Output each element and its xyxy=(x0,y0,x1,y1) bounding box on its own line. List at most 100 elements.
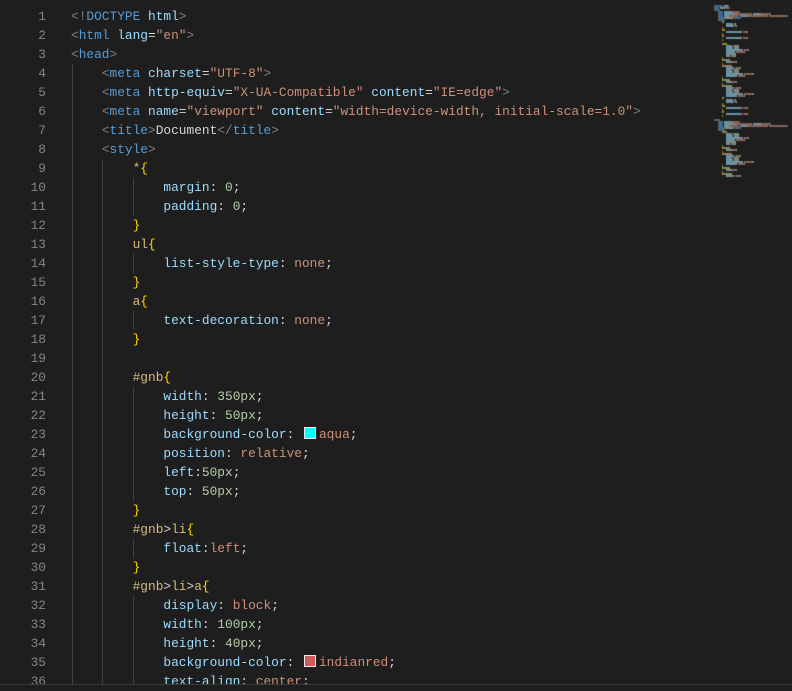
line-number[interactable]: 4 xyxy=(0,64,46,83)
line-number[interactable]: 30 xyxy=(0,558,46,577)
line-number[interactable]: 35 xyxy=(0,653,46,672)
line-number[interactable]: 13 xyxy=(0,235,46,254)
code-line[interactable]: <!DOCTYPE html> xyxy=(71,7,714,26)
code-line[interactable]: } xyxy=(71,557,714,577)
code-line[interactable]: height: 50px; xyxy=(71,405,714,425)
code-line[interactable]: ul{ xyxy=(71,234,714,254)
code-line[interactable]: <style> xyxy=(71,139,714,159)
code-line[interactable] xyxy=(71,348,714,368)
code-line[interactable]: <title>Document</title> xyxy=(71,120,714,140)
line-number[interactable]: 16 xyxy=(0,292,46,311)
indent-guide xyxy=(71,424,73,444)
code-line[interactable]: #gnb>li{ xyxy=(71,519,714,539)
line-number[interactable]: 34 xyxy=(0,634,46,653)
css-value: none xyxy=(294,255,326,271)
attribute-value: "en" xyxy=(155,27,187,43)
code-line[interactable]: float:left; xyxy=(71,538,714,558)
line-number[interactable]: 10 xyxy=(0,178,46,197)
line-number[interactable]: 1 xyxy=(0,7,46,26)
indent-guide xyxy=(102,405,104,425)
line-number[interactable]: 25 xyxy=(0,463,46,482)
line-number[interactable]: 32 xyxy=(0,596,46,615)
code-line[interactable]: *{ xyxy=(71,158,714,178)
plain-text: Document xyxy=(155,122,218,138)
code-line[interactable]: position: relative; xyxy=(71,443,714,463)
line-number[interactable]: 21 xyxy=(0,387,46,406)
tag-punctuation: > xyxy=(109,46,118,62)
line-number[interactable]: 11 xyxy=(0,197,46,216)
code-line[interactable]: <html lang="en"> xyxy=(71,26,714,45)
line-number[interactable]: 28 xyxy=(0,520,46,539)
css-value: center xyxy=(255,673,302,685)
line-number[interactable]: 23 xyxy=(0,425,46,444)
line-number[interactable]: 27 xyxy=(0,501,46,520)
line-number[interactable]: 3 xyxy=(0,45,46,64)
line-number[interactable]: 31 xyxy=(0,577,46,596)
line-number[interactable]: 5 xyxy=(0,83,46,102)
line-number[interactable]: 22 xyxy=(0,406,46,425)
code-line[interactable]: height: 40px; xyxy=(71,633,714,653)
line-number[interactable]: 8 xyxy=(0,140,46,159)
line-number[interactable]: 7 xyxy=(0,121,46,140)
code-area[interactable]: <!DOCTYPE html> <html lang="en"> <head> <m… xyxy=(71,7,714,685)
minimap[interactable] xyxy=(714,0,792,684)
code-line[interactable]: list-style-type: none; xyxy=(71,253,714,273)
line-number[interactable]: 33 xyxy=(0,615,46,634)
line-number[interactable]: 29 xyxy=(0,539,46,558)
line-number[interactable]: 14 xyxy=(0,254,46,273)
indent-guide xyxy=(102,348,104,368)
code-line[interactable]: background-color: indianred; xyxy=(71,652,714,672)
indent-guide xyxy=(133,671,135,684)
code-line[interactable]: top: 50px; xyxy=(71,481,714,501)
indent-guide xyxy=(71,557,73,577)
bracket: { xyxy=(163,369,172,385)
code-line[interactable]: } xyxy=(71,500,714,520)
code-line[interactable]: } xyxy=(71,215,714,235)
code-line[interactable]: padding: 0; xyxy=(71,196,714,216)
code-line[interactable]: <head> xyxy=(71,45,714,64)
line-number[interactable]: 36 xyxy=(0,672,46,685)
code-line[interactable]: text-decoration: none; xyxy=(71,310,714,330)
color-swatch[interactable] xyxy=(303,426,316,439)
css-property: height xyxy=(163,407,210,423)
line-number[interactable]: 2 xyxy=(0,26,46,45)
css-selector: #gnb xyxy=(132,578,164,594)
line-number[interactable]: 6 xyxy=(0,102,46,121)
code-line[interactable]: #gnb{ xyxy=(71,367,714,387)
plain-text: : xyxy=(194,464,202,480)
color-swatch[interactable] xyxy=(303,654,316,667)
code-line[interactable]: } xyxy=(71,272,714,292)
code-line[interactable]: } xyxy=(71,329,714,349)
line-number[interactable]: 17 xyxy=(0,311,46,330)
line-number[interactable]: 18 xyxy=(0,330,46,349)
line-number[interactable]: 20 xyxy=(0,368,46,387)
code-line[interactable]: left:50px; xyxy=(71,462,714,482)
indent-guide xyxy=(71,652,73,672)
css-property: float xyxy=(163,540,202,556)
indent-guide xyxy=(102,576,104,596)
code-line[interactable]: <meta charset="UTF-8"> xyxy=(71,63,714,83)
code-line[interactable]: a{ xyxy=(71,291,714,311)
line-number[interactable]: 9 xyxy=(0,159,46,178)
code-line[interactable]: background-color: aqua; xyxy=(71,424,714,444)
code-line[interactable]: display: block; xyxy=(71,595,714,615)
code-line[interactable]: width: 350px; xyxy=(71,386,714,406)
line-number[interactable]: 19 xyxy=(0,349,46,368)
code-line[interactable]: text-align: center; xyxy=(71,671,714,685)
indent-guide xyxy=(102,443,104,463)
code-line[interactable]: <meta http-equiv="X-UA-Compatible" conte… xyxy=(71,82,714,102)
tag-name: meta xyxy=(109,84,141,100)
code-line[interactable]: width: 100px; xyxy=(71,614,714,634)
line-number[interactable]: 15 xyxy=(0,273,46,292)
code-line[interactable]: margin: 0; xyxy=(71,177,714,197)
tag-punctuation: <! xyxy=(71,8,87,24)
line-number[interactable]: 12 xyxy=(0,216,46,235)
line-number[interactable]: 24 xyxy=(0,444,46,463)
code-line[interactable]: #gnb>li>a{ xyxy=(71,576,714,596)
code-editor[interactable]: 1 2 3 4 5 6 7 8 9 10 11 12 13 14 15 16 17 18 19 20 21 22 23 24 2… xyxy=(0,0,792,684)
bracket: { xyxy=(140,293,148,309)
code-line[interactable]: <meta name="viewport" content="width=dev… xyxy=(71,101,714,121)
line-number[interactable]: 26 xyxy=(0,482,46,501)
